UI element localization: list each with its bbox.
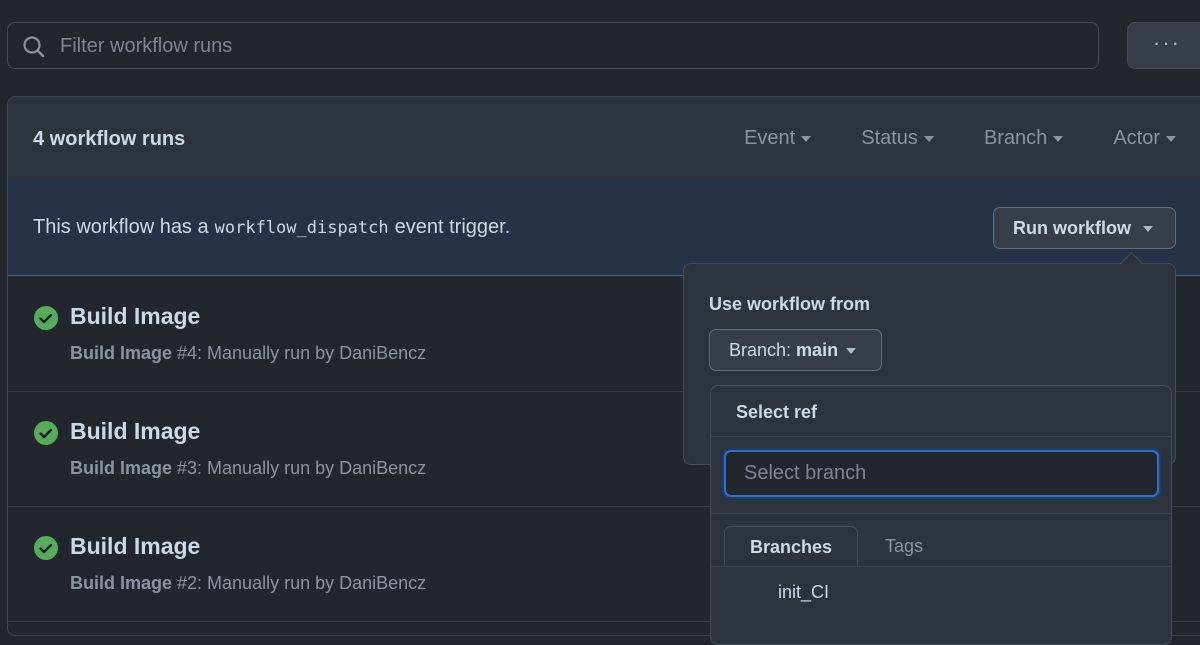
ref-tabs: Branches Tags	[724, 526, 948, 566]
banner-suffix: event trigger.	[394, 216, 511, 238]
branch-prefix: Branch:	[729, 340, 797, 360]
runs-header: 4 workflow runs Event Status Branch Acto…	[8, 97, 1200, 181]
run-title[interactable]: Build Image	[70, 303, 200, 330]
banner-code: workflow_dispatch	[214, 218, 389, 238]
tab-branches[interactable]: Branches	[724, 526, 859, 566]
caret-down-icon	[923, 135, 934, 142]
select-ref-title: Select ref	[736, 402, 818, 422]
filter-event[interactable]: Event	[744, 127, 812, 150]
run-workflow-label: Run workflow	[1013, 218, 1131, 238]
filter-label: Status	[861, 127, 918, 149]
runs-count: 4 workflow runs	[33, 128, 186, 150]
filter-status[interactable]: Status	[861, 127, 934, 150]
run-workflow-name: Build Image	[70, 343, 173, 363]
search-icon	[23, 36, 45, 58]
run-title[interactable]: Build Image	[70, 533, 200, 560]
branch-value: main	[796, 340, 839, 360]
run-detail: Build Image #2: Manually run by DaniBenc…	[70, 573, 426, 594]
run-detail: Build Image #3: Manually run by DaniBenc…	[70, 458, 426, 479]
branch-item[interactable]: init_CI	[778, 582, 829, 603]
divider	[711, 436, 1171, 437]
caret-down-icon	[846, 348, 857, 355]
filter-label: Event	[744, 127, 796, 149]
filter-bar: Event Status Branch Actor	[744, 127, 1176, 150]
check-circle-icon	[34, 306, 58, 330]
check-circle-icon	[34, 536, 58, 560]
run-workflow-button[interactable]: Run workflow	[993, 207, 1176, 249]
run-title[interactable]: Build Image	[70, 418, 200, 445]
run-detail: Build Image #4: Manually run by DaniBenc…	[70, 343, 426, 364]
caret-down-icon	[801, 135, 812, 142]
select-branch-input[interactable]	[724, 450, 1159, 497]
filter-workflow-runs-input[interactable]	[58, 23, 1062, 70]
run-detail-text: #2: Manually run by DaniBencz	[172, 573, 427, 593]
select-ref-panel: Select ref Branches Tags init_CI	[710, 385, 1172, 645]
divider	[711, 513, 1171, 514]
caret-down-icon	[1166, 135, 1176, 142]
tab-tags[interactable]: Tags	[858, 526, 948, 566]
filter-search-field[interactable]	[7, 22, 1099, 70]
use-workflow-from-label: Use workflow from	[709, 294, 871, 314]
check-circle-icon	[34, 421, 58, 445]
filter-actor[interactable]: Actor	[1113, 127, 1176, 150]
filter-label: Branch	[983, 127, 1048, 149]
run-workflow-name: Build Image	[70, 573, 173, 593]
run-detail-text: #3: Manually run by DaniBencz	[172, 458, 427, 478]
run-detail-text: #4: Manually run by DaniBencz	[172, 343, 427, 363]
caret-down-icon	[1143, 226, 1153, 233]
caret-down-icon	[1053, 135, 1064, 142]
filter-label: Actor	[1113, 127, 1160, 149]
branch-select-button[interactable]: Branch: main	[709, 329, 882, 371]
more-options-button[interactable]: ···	[1127, 22, 1200, 69]
banner-message: This workflow has a workflow_dispatch even…	[33, 216, 510, 239]
run-workflow-name: Build Image	[70, 458, 173, 478]
filter-branch[interactable]: Branch	[983, 127, 1064, 150]
banner-prefix: This workflow has a	[33, 216, 209, 238]
